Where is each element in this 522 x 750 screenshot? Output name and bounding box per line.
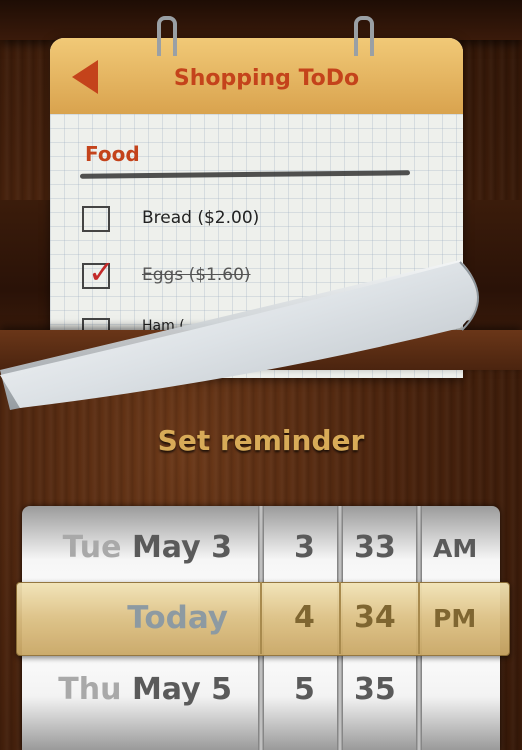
picker-minute[interactable]: 33 <box>354 530 396 565</box>
picker-hour[interactable]: 3 <box>294 530 315 565</box>
top-shelf <box>0 0 522 40</box>
picker-ampm[interactable]: AM <box>433 534 477 563</box>
binder-ring-icon <box>354 16 374 56</box>
picker-day: Tue <box>62 530 122 565</box>
picker-date-row-selected[interactable]: Today <box>14 600 228 636</box>
picker-date: May 5 <box>131 672 232 707</box>
section-title: Food <box>85 142 140 166</box>
picker-date-row[interactable]: Thu May 5 <box>18 672 232 707</box>
notepad-title: Shopping ToDo <box>173 66 360 91</box>
picker-hour-selected[interactable]: 4 <box>294 600 315 635</box>
picker-minute[interactable]: 35 <box>354 672 396 707</box>
picker-date: May 3 <box>131 530 232 565</box>
list-item[interactable]: ✓ Eggs ($1.60) <box>82 253 382 293</box>
item-label: Eggs ($1.60) <box>142 265 251 285</box>
notepad-page: Shopping ToDo Food Bread ($2.00) ✓ Eggs … <box>50 38 463 378</box>
picker-minute-selected[interactable]: 34 <box>354 600 396 635</box>
picker-ampm-selected[interactable]: PM <box>433 604 476 633</box>
selection-divider <box>260 582 262 654</box>
selection-divider <box>418 582 420 654</box>
picker-date-row[interactable]: Tue May 3 <box>18 530 232 565</box>
selection-divider <box>339 582 341 654</box>
binder-ring-icon <box>157 16 177 56</box>
notepad-header: Shopping ToDo <box>50 38 463 115</box>
checkbox[interactable] <box>82 206 110 232</box>
pocket-lip <box>0 330 522 370</box>
picker-day: Thu <box>58 672 122 707</box>
picker-date: Today <box>127 600 228 636</box>
item-label: Bread ($2.00) <box>142 208 260 228</box>
picker-hour[interactable]: 5 <box>294 672 315 707</box>
check-mark-icon: ✓ <box>88 253 115 291</box>
reminder-title: Set reminder <box>157 424 365 457</box>
list-item[interactable]: Bread ($2.00) <box>82 206 382 236</box>
